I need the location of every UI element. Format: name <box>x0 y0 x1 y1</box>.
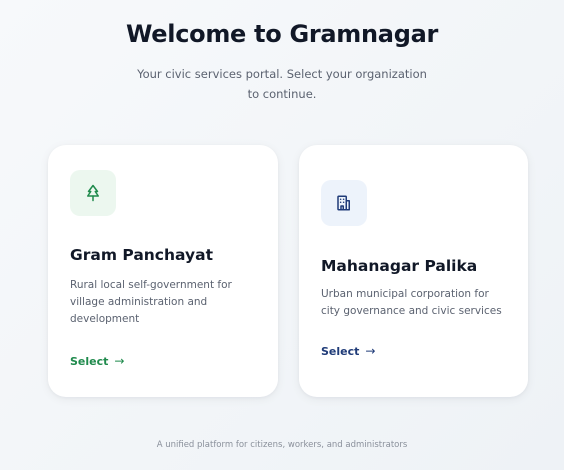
gram-panchayat-icon-box <box>70 170 116 216</box>
gram-panchayat-title: Gram Panchayat <box>70 246 213 264</box>
arrow-right-icon: → <box>114 354 125 368</box>
mahanagar-palika-select-link[interactable]: Select → <box>321 344 375 358</box>
gram-panchayat-description: Rural local self-government for village … <box>70 279 232 325</box>
footer-tagline: A unified platform for citizens, workers… <box>156 440 408 450</box>
tree-icon <box>87 184 99 202</box>
gram-panchayat-card[interactable]: Gram Panchayat Rural local self-governme… <box>48 145 278 397</box>
org-select-page: Welcome to Gramnagar Your civic services… <box>0 0 564 470</box>
gram-panchayat-select-link[interactable]: Select → <box>70 354 124 368</box>
page-title: Welcome to Gramnagar <box>125 20 439 48</box>
mahanagar-palika-icon-box <box>321 180 367 226</box>
mahanagar-palika-title: Mahanagar Palika <box>321 257 478 275</box>
mahanagar-palika-description: Urban municipal corporation for city gov… <box>321 288 502 317</box>
mahanagar-palika-card[interactable]: Mahanagar Palika Urban municipal corpora… <box>299 145 528 397</box>
select-label: Select <box>321 344 360 358</box>
building-icon <box>337 195 350 211</box>
page-subtitle: Your civic services portal. Select your … <box>137 67 427 101</box>
select-label: Select <box>70 354 109 368</box>
arrow-right-icon: → <box>365 344 376 358</box>
